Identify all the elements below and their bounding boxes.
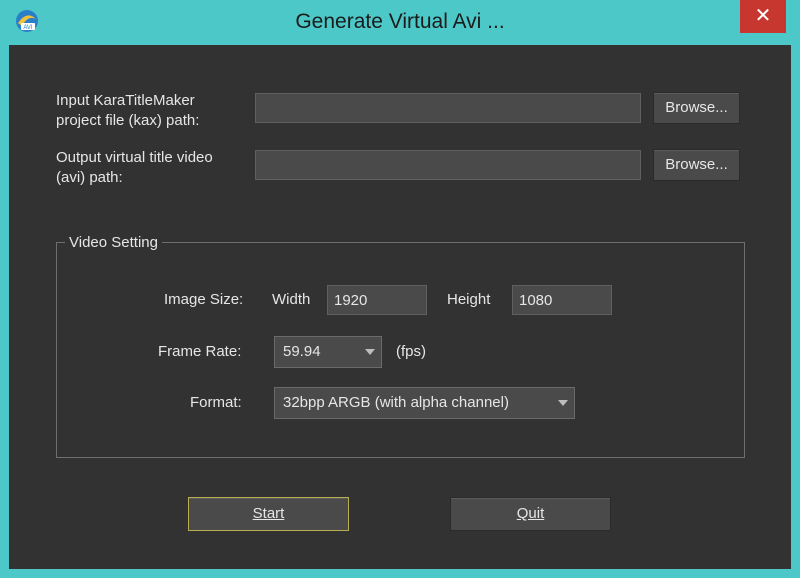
height-field[interactable] <box>512 285 612 315</box>
browse-input-button[interactable]: Browse... <box>653 92 740 124</box>
close-icon: ✕ <box>754 5 772 27</box>
format-value: 32bpp ARGB (with alpha channel) <box>283 394 509 411</box>
output-video-path-field[interactable] <box>255 150 641 180</box>
width-field[interactable] <box>327 285 427 315</box>
chevron-down-icon <box>365 349 375 355</box>
width-label: Width <box>272 291 311 308</box>
output-video-label-line1: Output virtual title video <box>56 149 213 166</box>
quit-button[interactable]: Quit <box>450 497 611 531</box>
height-label: Height <box>447 291 491 308</box>
dialog-body: Input KaraTitleMaker project file (kax) … <box>9 45 791 569</box>
app-window: AVI Generate Virtual Avi ... ✕ Input Kar… <box>0 0 800 578</box>
input-project-label-line1: Input KaraTitleMaker <box>56 92 195 109</box>
frame-rate-select[interactable]: 59.94 <box>274 336 382 368</box>
fps-label: (fps) <box>396 343 426 360</box>
close-button[interactable]: ✕ <box>740 0 786 33</box>
frame-rate-label: Frame Rate: <box>158 343 242 360</box>
start-button[interactable]: Start <box>188 497 349 531</box>
browse-output-button[interactable]: Browse... <box>653 149 740 181</box>
output-video-label: Output virtual title video (avi) path: <box>56 148 213 188</box>
video-setting-title: Video Setting <box>65 233 162 253</box>
format-select[interactable]: 32bpp ARGB (with alpha channel) <box>274 387 575 419</box>
input-project-label: Input KaraTitleMaker project file (kax) … <box>56 91 199 131</box>
input-project-label-line2: project file (kax) path: <box>56 112 200 129</box>
chevron-down-icon <box>558 400 568 406</box>
image-size-label: Image Size: <box>164 291 244 308</box>
browse-input-label: Browse... <box>665 99 728 116</box>
input-project-path-field[interactable] <box>255 93 641 123</box>
title-bar[interactable]: AVI Generate Virtual Avi ... ✕ <box>0 0 800 44</box>
start-label: Start <box>252 505 285 522</box>
quit-label: Quit <box>516 505 545 522</box>
format-label: Format: <box>190 394 242 411</box>
frame-rate-value: 59.94 <box>283 343 321 360</box>
output-video-label-line2: (avi) path: <box>56 169 123 186</box>
browse-output-label: Browse... <box>665 156 728 173</box>
window-title: Generate Virtual Avi ... <box>295 10 505 33</box>
